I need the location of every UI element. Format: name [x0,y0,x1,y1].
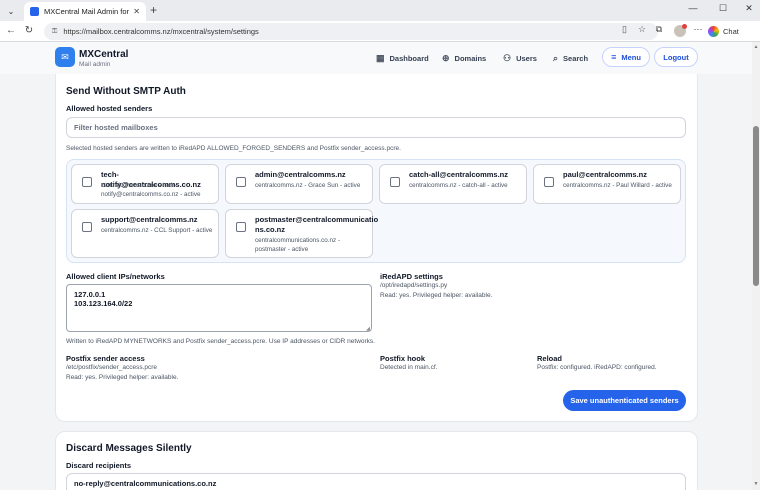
nav-domains-label: Domains [454,54,487,63]
senders-help: Selected hosted senders are written to i… [66,145,401,152]
brand-title: MXCentral [79,49,129,60]
sender-meta: centralcomms.co.nz - tech- [101,182,177,189]
sender-option[interactable]: support@centralcomms.nz centralcomms.nz … [71,209,219,258]
sender-address: admin@centralcomms.nz [255,170,346,179]
maximize-icon[interactable]: ☐ [712,3,734,14]
chat-label: Chat [723,27,739,36]
users-icon: ⚇ [503,53,512,63]
sender-meta: postmaster - active [255,246,309,253]
sender-meta: centralcomms.nz - catch-all - active [409,182,508,189]
discard-recipients-input[interactable]: no-reply@centralcommunications.co.nz [66,473,686,490]
iredapd-path: /opt/iredapd/settings.py [380,282,448,289]
discard-recipients-label: Discard recipients [66,461,132,470]
postfix-access-status: Read: yes. Privileged helper: available. [66,374,179,381]
gemini-icon [708,26,719,37]
postfix-hook-title: Postfix hook [380,354,426,363]
logout-label: Logout [663,52,689,62]
nav-dashboard-label: Dashboard [389,54,429,63]
browser-menu-icon[interactable]: ⋯ [691,24,705,35]
sender-checkbox[interactable] [544,177,554,187]
globe-icon: ⊕ [442,53,450,63]
sender-meta: notify@centralcomms.co.nz - active [101,191,201,198]
sender-checkbox[interactable] [236,222,246,232]
discard-section-title: Discard Messages Silently [66,443,192,454]
ips-textarea[interactable]: 127.0.0.1 103.123.164.0/22 [66,284,372,332]
sender-checkbox[interactable] [236,177,246,187]
nav-dashboard[interactable]: ▦ Dashboard [376,53,429,64]
window-close-icon[interactable]: ✕ [738,3,760,14]
reload-title: Reload [537,354,563,363]
minimize-icon[interactable]: — [682,3,704,13]
iredapd-status: Read: yes. Privileged helper: available. [380,292,493,299]
sender-option[interactable]: paul@centralcomms.nz centralcomms.nz - P… [533,164,681,204]
save-unauthenticated-senders-button[interactable]: Save unauthenticated senders [563,390,686,411]
sender-option[interactable]: tech-notify@centralcomms.co.nz centralco… [71,164,219,204]
scroll-up-icon[interactable]: ▲ [752,44,760,50]
sender-option[interactable]: catch-all@centralcomms.nz centralcomms.n… [379,164,527,204]
sender-address-line: ns.co.nz [255,225,286,234]
browser-toolbar: ← ↻ ⚿ https://mailbox.centralcomms.nz/mx… [0,21,760,42]
postfix-hook-status: Detected in main.cf. [380,364,438,371]
dashboard-icon: ▦ [376,53,385,63]
nav-domains[interactable]: ⊕ Domains [442,53,486,64]
reload-icon[interactable]: ↻ [22,25,36,37]
tab-close-icon[interactable]: ✕ [133,7,140,16]
sender-option[interactable]: admin@centralcomms.nz centralcomms.nz - … [225,164,373,204]
iredapd-title: iRedAPD settings [380,272,443,281]
sender-address: paul@centralcomms.nz [563,170,648,179]
filter-mailboxes-input[interactable]: Filter hosted mailboxes [66,117,686,138]
browser-tab-strip: ⌄ MXCentral Mail Admin for CCL ✕ + — ☐ ✕ [0,0,760,21]
sender-address: postmaster@centralcommunicatio ns.co.nz [255,215,378,235]
senders-label: Allowed hosted senders [66,104,153,113]
tab-list-chevron-icon[interactable]: ⌄ [4,4,18,18]
extensions-icon[interactable]: ⧉ [652,24,666,35]
sender-meta: centralcomms.nz - Paul Willard - active [563,182,672,189]
sender-address: support@centralcomms.nz [101,215,198,224]
profile-badge-icon [682,24,687,29]
sender-address-line: postmaster@centralcommunicatio [255,215,379,224]
postfix-access-title: Postfix sender access [66,354,145,363]
nav-users-label: Users [516,54,537,63]
mail-logo-icon[interactable]: ✉ [55,47,75,67]
scroll-down-icon[interactable]: ▼ [752,481,760,487]
filter-placeholder: Filter hosted mailboxes [74,123,158,132]
logout-button[interactable]: Logout [654,47,698,67]
resize-handle-icon[interactable]: ◢ [366,326,370,332]
brand-subtitle: Mail admin [79,61,111,68]
ips-label: Allowed client IPs/networks [66,272,165,281]
postfix-access-path: /etc/postfix/sender_access.pcre [66,364,158,371]
hamburger-icon: ≡ [611,52,617,62]
sender-address: catch-all@centralcomms.nz [409,170,509,179]
bookmark-star-icon[interactable]: ☆ [638,24,646,35]
sender-checkbox[interactable] [82,222,92,232]
site-favicon-icon [30,7,39,16]
sender-meta: centralcommunications.co.nz - [255,237,341,244]
ips-help: Written to iRedAPD MYNETWORKS and Postfi… [66,338,375,345]
back-icon[interactable]: ← [4,25,18,37]
nav-search[interactable]: ⌕ Search [553,53,588,64]
chat-button[interactable]: Chat [708,24,739,39]
smtp-section-title: Send Without SMTP Auth [66,86,186,97]
menu-button[interactable]: ≡ Menu [602,47,650,67]
address-bar[interactable]: ⚿ https://mailbox.centralcomms.nz/mxcent… [44,23,658,40]
browser-tab[interactable]: MXCentral Mail Admin for CCL ✕ [24,2,146,21]
reload-status: Postfix: configured. iRedAPD: configured… [537,364,657,371]
tab-title: MXCentral Mail Admin for CCL [44,7,130,16]
nav-users[interactable]: ⚇ Users [503,53,537,64]
new-tab-icon[interactable]: + [150,4,157,16]
site-info-icon[interactable]: ⚿ [52,28,57,36]
sender-meta: centralcomms.nz - Grace Sun - active [255,182,361,189]
scrollbar-thumb[interactable] [753,126,759,286]
sender-checkbox[interactable] [390,177,400,187]
reading-mode-icon[interactable]: ▯ [622,24,627,35]
nav-search-label: Search [563,54,589,63]
menu-label: Menu [621,52,641,62]
sender-meta: centralcomms.nz - CCL Support - active [101,227,213,234]
sender-option[interactable]: postmaster@centralcommunicatio ns.co.nz … [225,209,378,258]
search-icon: ⌕ [553,53,559,63]
url-text: https://mailbox.centralcomms.nz/mxcentra… [63,27,259,36]
sender-checkbox[interactable] [82,177,92,187]
app-header: ✉ MXCentral Mail admin ▦ Dashboard ⊕ Dom… [0,42,752,74]
